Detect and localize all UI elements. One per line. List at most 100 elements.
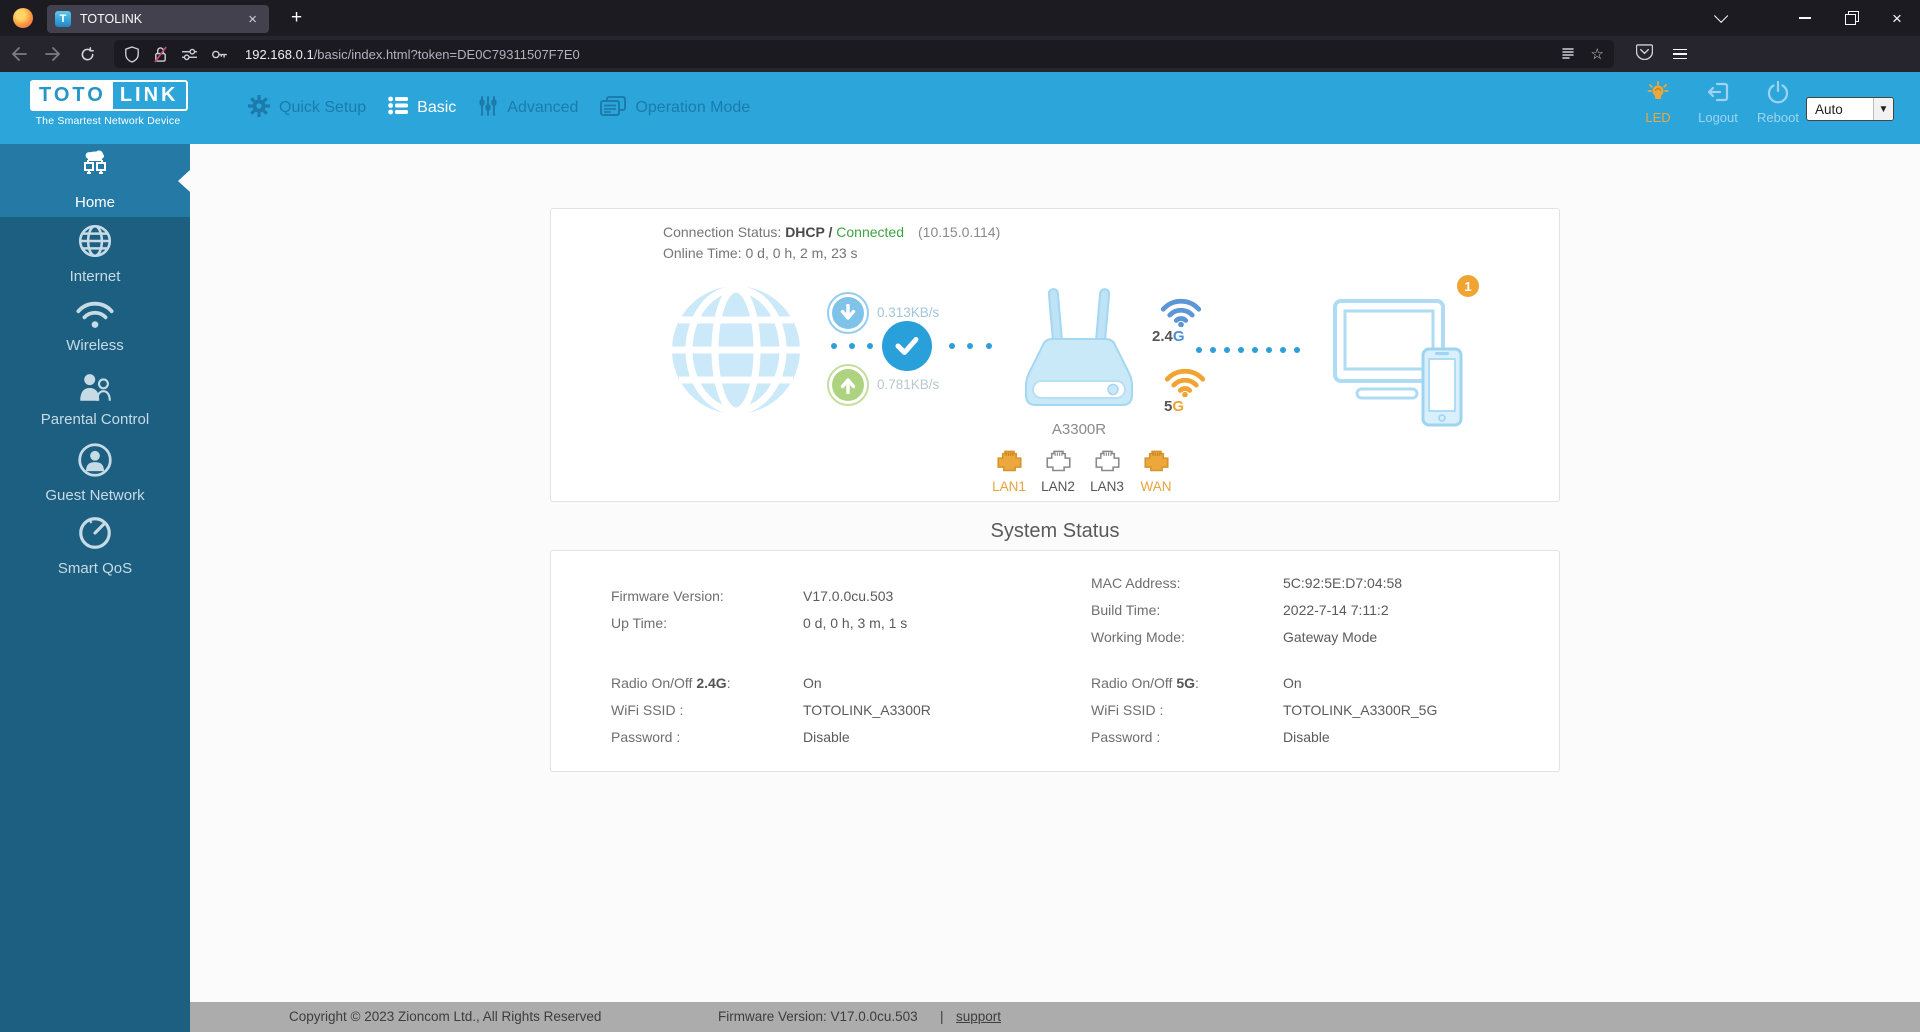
permissions-icon[interactable] bbox=[181, 48, 198, 61]
header-actions: LED Logout Reboot bbox=[1634, 80, 1802, 125]
reboot-button[interactable]: Reboot bbox=[1754, 80, 1802, 125]
port-lan3: LAN3 bbox=[1087, 449, 1127, 494]
up-time-row: Up Time: 0 d, 0 h, 3 m, 1 s bbox=[611, 614, 908, 631]
wifi-24g-group: Radio On/Off 2.4G: On WiFi SSID : TOTOLIN… bbox=[611, 669, 931, 750]
nav-advanced[interactable]: Advanced bbox=[478, 95, 578, 122]
tab-close-icon[interactable]: × bbox=[244, 11, 261, 28]
tab-title: TOTOLINK bbox=[80, 12, 143, 26]
support-link[interactable]: support bbox=[956, 1009, 1001, 1024]
home-network-icon bbox=[75, 150, 115, 190]
site-favicon: T bbox=[55, 11, 71, 27]
system-status-right-group1: MAC Address: 5C:92:5E:D7:04:58 Build Time… bbox=[1091, 569, 1402, 650]
browser-tab-bar: T TOTOLINK × + × bbox=[0, 0, 1920, 36]
download-icon bbox=[827, 292, 869, 334]
sidebar-item-internet[interactable]: Internet bbox=[0, 217, 190, 290]
sidebar-item-wireless[interactable]: Wireless bbox=[0, 290, 190, 363]
sidebar-item-guest-network[interactable]: Guest Network bbox=[0, 436, 190, 509]
wifi-5g-group: Radio On/Off 5G: On WiFi SSID : TOTOLINK_… bbox=[1091, 669, 1437, 750]
band-5g-label: 5G bbox=[1164, 398, 1185, 415]
wifi-5g-icon bbox=[1163, 365, 1207, 402]
logout-button[interactable]: Logout bbox=[1694, 80, 1742, 125]
close-button[interactable]: × bbox=[1874, 1, 1920, 36]
client-devices-icon bbox=[1331, 297, 1471, 437]
reload-button[interactable] bbox=[72, 40, 102, 68]
wifi-icon bbox=[75, 299, 115, 333]
totolink-logo: TOTO LINK The Smartest Network Device bbox=[30, 80, 190, 127]
key-icon[interactable] bbox=[211, 49, 228, 60]
forward-button[interactable] bbox=[38, 40, 68, 68]
led-button[interactable]: LED bbox=[1634, 80, 1682, 125]
sidebar-item-home[interactable]: Home bbox=[0, 144, 190, 217]
ethernet-port-icon bbox=[1143, 449, 1170, 477]
globe-icon bbox=[76, 222, 114, 264]
ssid-24g-row: WiFi SSID : TOTOLINK_A3300R bbox=[611, 701, 931, 718]
sidebar-item-parental-control[interactable]: Parental Control bbox=[0, 363, 190, 436]
led-lamp-icon bbox=[1646, 80, 1670, 107]
page-footer: Copyright © 2023 Zioncom Ltd., All Right… bbox=[190, 1002, 1920, 1032]
site-header: TOTO LINK The Smartest Network Device Qu… bbox=[0, 72, 1920, 144]
sidebar: Home Internet Wireless Parental Control … bbox=[0, 144, 190, 1032]
speedometer-icon bbox=[76, 514, 114, 556]
logo-tagline: The Smartest Network Device bbox=[35, 115, 181, 127]
upload-icon bbox=[827, 364, 869, 406]
language-select[interactable]: Auto ▼ bbox=[1806, 97, 1894, 121]
gear-icon bbox=[248, 94, 270, 122]
back-button[interactable] bbox=[4, 40, 34, 68]
reader-mode-icon[interactable] bbox=[1561, 47, 1575, 61]
restore-button[interactable] bbox=[1828, 1, 1874, 36]
minimize-button[interactable] bbox=[1782, 1, 1828, 36]
footer-firmware-version: Firmware Version: V17.0.0cu.503 bbox=[718, 1009, 918, 1024]
firefox-icon[interactable] bbox=[13, 8, 33, 28]
url-bar[interactable]: 192.168.0.1/basic/index.html?token=DE0C7… bbox=[114, 40, 1614, 68]
power-icon bbox=[1766, 80, 1790, 107]
router-model-label: A3300R bbox=[1051, 421, 1107, 438]
logout-icon bbox=[1706, 80, 1730, 107]
wifi-2g-icon bbox=[1159, 295, 1203, 332]
connection-state: Connected bbox=[836, 224, 904, 240]
tracking-shield-icon[interactable] bbox=[124, 45, 140, 63]
toolbar-extensions-area bbox=[1635, 43, 1687, 65]
ethernet-port-icon bbox=[1045, 449, 1072, 477]
status-panel: Connection Status: DHCP / Connected (10.1… bbox=[550, 208, 1560, 502]
nav-basic[interactable]: Basic bbox=[388, 96, 456, 120]
client-count-badge: 1 bbox=[1457, 275, 1479, 297]
port-wan: WAN bbox=[1136, 449, 1176, 494]
list-tabs-chevron-icon[interactable] bbox=[1696, 1, 1742, 36]
ethernet-port-icon bbox=[996, 449, 1023, 477]
radio-5g-row: Radio On/Off 5G: On bbox=[1091, 674, 1302, 691]
bookmark-star-icon[interactable]: ☆ bbox=[1591, 45, 1604, 63]
band-2g-label: 2.4G bbox=[1152, 328, 1185, 345]
menu-hamburger-icon[interactable] bbox=[1673, 48, 1687, 60]
main-nav: Quick Setup Basic Advanced Operation Mod… bbox=[248, 72, 750, 144]
pocket-icon[interactable] bbox=[1635, 43, 1654, 65]
download-speed: 0.313KB/s bbox=[877, 305, 940, 320]
windows-icon bbox=[600, 95, 627, 121]
build-time-row: Build Time: 2022-7-14 7:11:2 bbox=[1091, 601, 1389, 618]
online-time: Online Time: 0 d, 0 h, 2 m, 23 s bbox=[663, 245, 858, 261]
wan-connected-check-icon bbox=[882, 321, 932, 371]
sliders-icon bbox=[478, 95, 498, 122]
url-text[interactable]: 192.168.0.1/basic/index.html?token=DE0C7… bbox=[245, 47, 1561, 62]
list-icon bbox=[388, 96, 409, 120]
internet-globe-icon bbox=[669, 283, 803, 422]
password-5g-row: Password : Disable bbox=[1091, 728, 1330, 745]
browser-tab[interactable]: T TOTOLINK × bbox=[47, 5, 269, 33]
nav-quick-setup[interactable]: Quick Setup bbox=[248, 94, 366, 122]
firmware-version-row: Firmware Version: V17.0.0cu.503 bbox=[611, 587, 894, 604]
footer-separator: | bbox=[940, 1009, 944, 1024]
sidebar-item-smart-qos[interactable]: Smart QoS bbox=[0, 509, 190, 582]
nav-operation-mode[interactable]: Operation Mode bbox=[600, 95, 750, 121]
insecure-lock-icon[interactable] bbox=[153, 45, 168, 63]
copyright-text: Copyright © 2023 Zioncom Ltd., All Right… bbox=[289, 1009, 602, 1024]
guest-user-icon bbox=[76, 441, 114, 483]
browser-toolbar: 192.168.0.1/basic/index.html?token=DE0C7… bbox=[0, 36, 1920, 72]
connection-status-lines: Connection Status: DHCP / Connected (10.1… bbox=[663, 222, 1000, 264]
connection-status-line: Connection Status: DHCP / Connected (10.1… bbox=[663, 224, 1001, 240]
totolink-admin-page: T TOTOLINK × + × 192.168.0.1/basic/index… bbox=[0, 0, 1920, 1032]
ethernet-port-icon bbox=[1094, 449, 1121, 477]
port-lan2: LAN2 bbox=[1038, 449, 1078, 494]
ssid-5g-row: WiFi SSID : TOTOLINK_A3300R_5G bbox=[1091, 701, 1438, 718]
new-tab-button[interactable]: + bbox=[283, 7, 310, 29]
password-24g-row: Password : Disable bbox=[611, 728, 850, 745]
ports-row: LAN1 LAN2 LAN3 WAN bbox=[989, 449, 1176, 494]
